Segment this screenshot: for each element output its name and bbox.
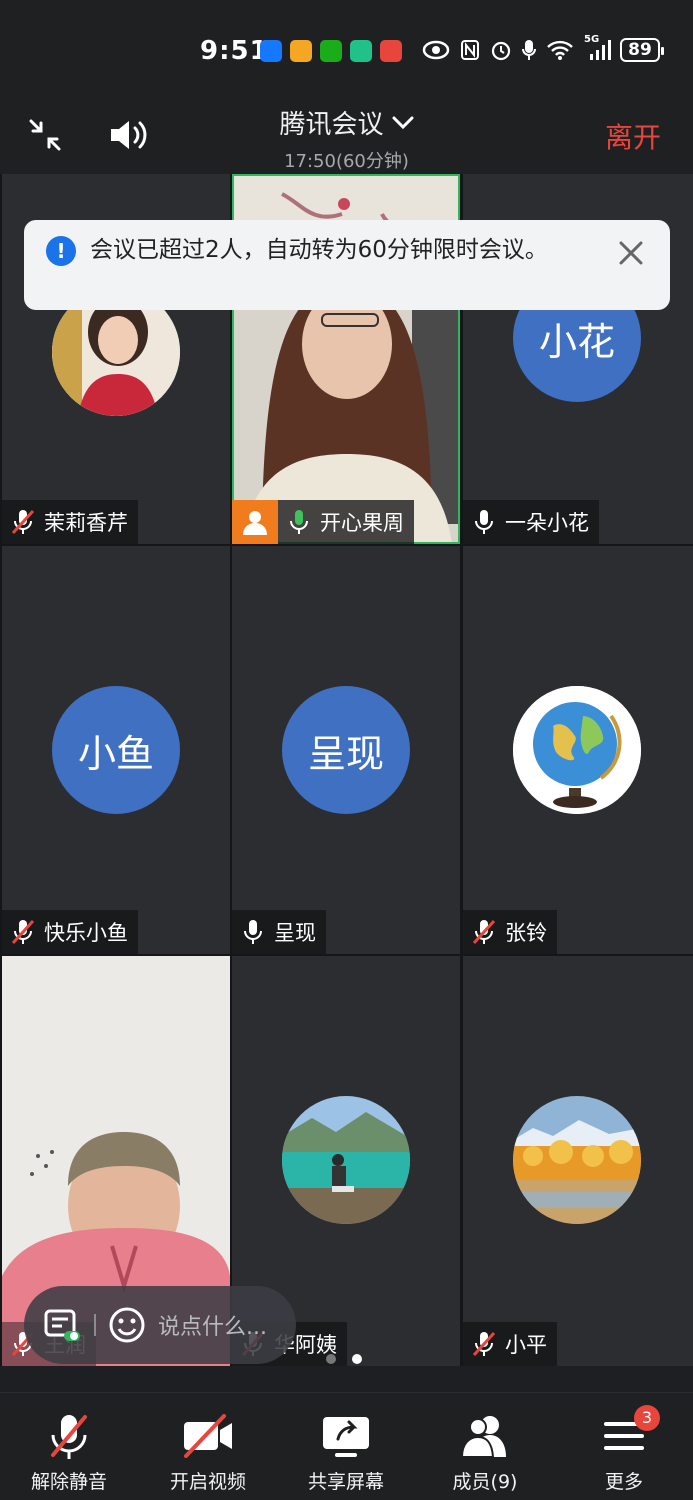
avatar <box>282 1096 410 1224</box>
mic-muted-icon <box>472 1331 496 1357</box>
network-type: 5G <box>584 34 600 45</box>
chat-placeholder[interactable]: 说点什么... <box>158 1309 267 1341</box>
name-tag: 小平 <box>463 1322 557 1366</box>
toast-message: 会议已超过2人，自动转为60分钟限时会议。 <box>90 237 548 263</box>
participant-name: 呈现 <box>274 921 316 945</box>
status-bar: 9:51 5G 89 <box>0 0 693 100</box>
share-label: 共享屏幕 <box>307 1471 384 1493</box>
subtitle-icon[interactable] <box>42 1305 82 1345</box>
weibo-icon <box>290 40 312 62</box>
name-tag: 一朵小花 <box>463 500 599 544</box>
system-icons: 5G <box>422 34 614 62</box>
participant-name: 一朵小花 <box>505 511 589 535</box>
notification-icons <box>260 40 402 62</box>
start-video-button[interactable]: 开启视频 <box>148 1411 268 1494</box>
participant-tile[interactable]: 张铃 <box>463 546 693 954</box>
host-badge <box>232 500 278 544</box>
avatar: 呈现 <box>282 686 410 814</box>
page-dot[interactable] <box>326 1354 336 1364</box>
meeting-duration: 17:50(60分钟) <box>284 151 409 172</box>
members-label: 成员(9) <box>452 1471 518 1493</box>
avatar <box>513 686 641 814</box>
mic-icon <box>244 920 262 944</box>
page-dot-active[interactable] <box>352 1354 362 1364</box>
name-tag: 茉莉香芹 <box>2 500 138 544</box>
participant-name: 茉莉香芹 <box>44 511 128 535</box>
chevron-down-icon <box>392 116 413 129</box>
members-icon <box>460 1416 506 1458</box>
avatar: 小鱼 <box>52 686 180 814</box>
leave-button[interactable]: 离开 <box>605 116 661 156</box>
chat-input-pill[interactable]: 说点什么... <box>24 1286 296 1364</box>
app-blue-icon <box>260 40 282 62</box>
battery-indicator: 89 <box>620 38 664 62</box>
toast-close-button[interactable] <box>616 238 646 268</box>
participant-name: 快乐小鱼 <box>44 921 128 945</box>
message-icon <box>350 40 372 62</box>
participant-tile[interactable]: 小平 <box>463 956 693 1366</box>
landscape-photo <box>513 1096 641 1224</box>
name-tag: 开心果周 <box>232 500 414 544</box>
host-icon <box>243 511 267 535</box>
alarm-icon <box>491 41 511 61</box>
mic-icon <box>522 40 536 60</box>
divider <box>94 1314 96 1336</box>
page-indicator <box>326 1354 362 1364</box>
close-icon <box>619 241 643 265</box>
globe-icon <box>513 686 641 814</box>
mic-icon <box>475 510 493 534</box>
video-label: 开启视频 <box>169 1471 246 1493</box>
unmute-label: 解除静音 <box>30 1471 107 1493</box>
emoji-icon[interactable] <box>108 1306 146 1344</box>
wifi-icon <box>547 40 573 60</box>
status-time: 9:51 <box>200 36 269 66</box>
unmute-button[interactable]: 解除静音 <box>9 1411 129 1494</box>
meeting-title-text: 腾讯会议 <box>279 110 384 140</box>
name-tag: 张铃 <box>463 910 557 954</box>
wechat-icon <box>320 40 342 62</box>
meeting-header: 腾讯会议 17:50(60分钟) 离开 <box>0 100 693 174</box>
share-screen-button[interactable]: 共享屏幕 <box>286 1411 406 1494</box>
name-tag: 快乐小鱼 <box>2 910 138 954</box>
mic-muted-icon <box>11 919 35 945</box>
name-tag: 呈现 <box>232 910 326 954</box>
bottom-toolbar: 解除静音 开启视频 共享屏幕 成员(9) 3 更多 <box>0 1392 693 1500</box>
members-button[interactable]: 成员(9) <box>425 1411 545 1494</box>
more-button[interactable]: 3 更多 <box>564 1405 684 1494</box>
nfc-icon <box>461 40 479 60</box>
video-off-icon <box>184 1414 232 1458</box>
more-badge: 3 <box>634 1405 660 1431</box>
participant-tile[interactable]: 呈现 呈现 <box>232 546 460 954</box>
meeting-title[interactable]: 腾讯会议 <box>279 104 413 141</box>
meeting-title-area[interactable]: 腾讯会议 17:50(60分钟) <box>0 104 693 173</box>
video-grid: 茉莉香芹 开心果周 小花 一朵小花 小鱼 快乐小鱼 呈现 呈现 张铃 华阿姨 小… <box>0 174 693 1366</box>
landscape-photo <box>282 1096 410 1224</box>
app-red-icon <box>380 40 402 62</box>
participant-name: 张铃 <box>505 921 547 945</box>
notification-toast: ! 会议已超过2人，自动转为60分钟限时会议。 <box>24 220 670 310</box>
mic-muted-icon <box>11 509 35 535</box>
avatar <box>513 1096 641 1224</box>
signal-icon: 5G <box>584 34 614 62</box>
eye-icon <box>422 40 450 60</box>
mic-muted-icon <box>472 919 496 945</box>
info-icon: ! <box>46 236 76 266</box>
mic-muted-icon <box>51 1415 87 1459</box>
more-label: 更多 <box>604 1471 643 1493</box>
participant-name: 开心果周 <box>320 511 404 535</box>
share-screen-icon <box>323 1417 369 1457</box>
participant-tile[interactable]: 小鱼 快乐小鱼 <box>2 546 230 954</box>
participant-name: 小平 <box>505 1333 547 1357</box>
mic-active-icon <box>290 510 308 534</box>
